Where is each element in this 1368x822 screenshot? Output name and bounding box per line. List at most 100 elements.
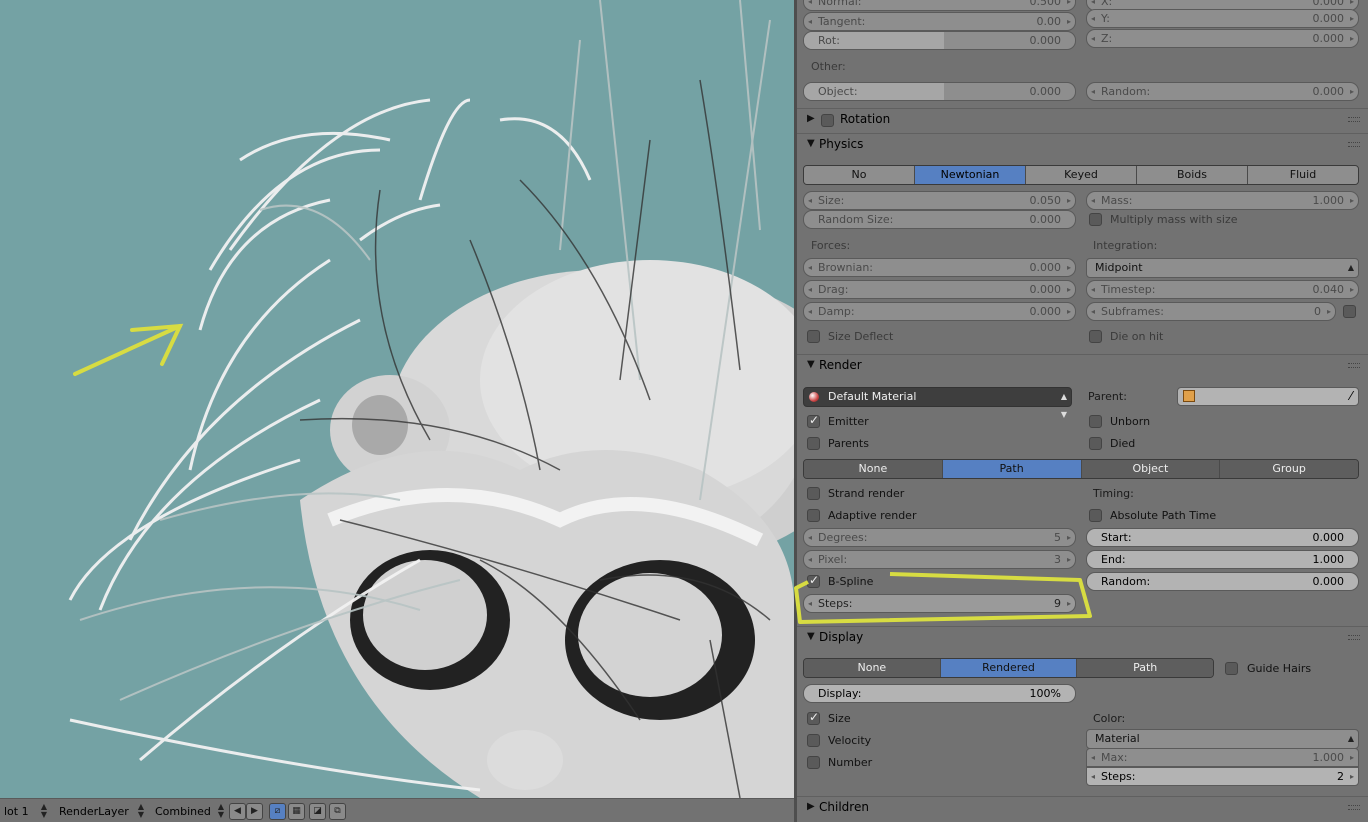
annotation-arrow bbox=[73, 323, 184, 376]
physics-tab-newtonian[interactable]: Newtonian bbox=[915, 166, 1026, 184]
collapse-arrow-icon: ▼ bbox=[807, 359, 815, 370]
integration-label: Integration: bbox=[1093, 239, 1158, 252]
died-checkbox[interactable] bbox=[1089, 437, 1102, 450]
expand-arrow-icon: ▶ bbox=[807, 113, 815, 124]
alpha-checker-button[interactable]: ▦ bbox=[288, 803, 305, 820]
degrees-field[interactable]: ◂ Degrees: 5 ▸ bbox=[803, 528, 1076, 547]
physics-tab-keyed[interactable]: Keyed bbox=[1026, 166, 1137, 184]
emitter-checkbox[interactable] bbox=[807, 413, 820, 428]
children-title: Children bbox=[819, 800, 869, 814]
render-title: Render bbox=[819, 358, 862, 372]
display-number-checkbox[interactable] bbox=[807, 756, 820, 769]
drag-handle-icon[interactable] bbox=[1348, 363, 1360, 368]
render-layer-selector[interactable]: RenderLayer ▲ ▼ bbox=[55, 803, 147, 820]
drag-handle-icon[interactable] bbox=[1348, 142, 1360, 147]
physics-tab-boids[interactable]: Boids bbox=[1137, 166, 1248, 184]
rotation-toggle[interactable] bbox=[821, 114, 834, 127]
velocity-random-field[interactable]: ◂ Random: 0.000 ▸ bbox=[1086, 82, 1359, 101]
render-tab-group[interactable]: Group bbox=[1220, 460, 1358, 478]
display-tab-none[interactable]: None bbox=[804, 659, 941, 677]
display-tab-path[interactable]: Path bbox=[1077, 659, 1213, 677]
normal-field[interactable]: ◂ Normal: 0.500 ▸ bbox=[803, 0, 1076, 11]
display-panel-header[interactable]: ▼ Display bbox=[797, 626, 1368, 648]
children-panel-header[interactable]: ▶ Children bbox=[797, 796, 1368, 818]
parents-checkbox[interactable] bbox=[807, 437, 820, 450]
size-field[interactable]: ◂ Size: 0.050 ▸ bbox=[803, 191, 1076, 210]
expand-arrow-icon: ▶ bbox=[807, 801, 815, 812]
render-tab-object[interactable]: Object bbox=[1081, 460, 1221, 478]
integration-dropdown[interactable]: Midpoint▲▼ bbox=[1086, 258, 1359, 290]
drag-handle-icon[interactable] bbox=[1348, 635, 1360, 640]
y-field[interactable]: ◂ Y: 0.000 ▸ bbox=[1086, 9, 1359, 28]
multiply-mass-checkbox[interactable] bbox=[1089, 213, 1102, 226]
physics-panel-header[interactable]: ▼ Physics bbox=[797, 133, 1368, 155]
object-field[interactable]: Object: 0.000 bbox=[803, 82, 1076, 101]
die-on-hit-label: Die on hit bbox=[1110, 330, 1164, 343]
subframes-field[interactable]: ◂ Subframes: 0 ▸ bbox=[1086, 302, 1336, 321]
absolute-path-time-label: Absolute Path Time bbox=[1110, 509, 1217, 522]
slot-selector[interactable]: lot 1 ▲ ▼ bbox=[0, 803, 50, 820]
render-viewport[interactable] bbox=[0, 0, 794, 798]
render-type-tabs: None Path Object Group bbox=[803, 459, 1359, 479]
display-steps-field[interactable]: ◂ Steps: 2 ▸ bbox=[1086, 767, 1359, 786]
absolute-path-time-checkbox[interactable] bbox=[1089, 509, 1102, 522]
mass-field[interactable]: ◂ Mass: 1.000 ▸ bbox=[1086, 191, 1359, 210]
display-percentage-field[interactable]: Display: 100% bbox=[803, 684, 1076, 703]
unborn-checkbox[interactable] bbox=[1089, 415, 1102, 428]
parent-field[interactable]: ⁄ bbox=[1177, 387, 1359, 406]
slot-label: lot 1 bbox=[4, 805, 29, 818]
render-steps-field[interactable]: ◂ Steps: 9 ▸ bbox=[803, 594, 1076, 613]
random-size-field[interactable]: Random Size: 0.000 bbox=[803, 210, 1076, 229]
render-tab-none[interactable]: None bbox=[804, 460, 943, 478]
pixel-field[interactable]: ◂ Pixel: 3 ▸ bbox=[803, 550, 1076, 569]
display-tab-rendered[interactable]: Rendered bbox=[940, 659, 1078, 677]
render-panel-header[interactable]: ▼ Render bbox=[797, 354, 1368, 376]
copy-image-button[interactable]: ⧉ bbox=[329, 803, 346, 820]
drag-field[interactable]: ◂ Drag: 0.000 ▸ bbox=[803, 280, 1076, 299]
display-size-label: Size bbox=[828, 712, 851, 725]
material-dropdown[interactable]: Default Material ▲ ▼ bbox=[803, 387, 1072, 419]
rotation-panel-header[interactable]: ▶ Rotation bbox=[797, 108, 1368, 130]
z-field[interactable]: ◂ Z: 0.000 ▸ bbox=[1086, 29, 1359, 48]
eyedropper-icon[interactable]: ⁄ bbox=[1350, 388, 1352, 405]
display-number-label: Number bbox=[828, 756, 873, 769]
draw-color-button[interactable]: ⧄ bbox=[269, 803, 286, 820]
physics-tab-fluid[interactable]: Fluid bbox=[1248, 166, 1358, 184]
adaptive-render-label: Adaptive render bbox=[828, 509, 917, 522]
color-label: Color: bbox=[1093, 712, 1126, 725]
size-deflect-checkbox[interactable] bbox=[807, 330, 820, 343]
tangent-field[interactable]: ◂ Tangent: 0.00 ▸ bbox=[803, 12, 1076, 31]
physics-title: Physics bbox=[819, 137, 864, 151]
prev-layer-button[interactable]: ◀ bbox=[229, 803, 246, 820]
rot-field[interactable]: Rot: 0.000 bbox=[803, 31, 1076, 50]
strand-render-checkbox[interactable] bbox=[807, 487, 820, 500]
die-on-hit-checkbox[interactable] bbox=[1089, 330, 1102, 343]
display-size-checkbox[interactable] bbox=[807, 710, 820, 725]
start-field[interactable]: Start: 0.000 bbox=[1086, 528, 1359, 547]
parent-label: Parent: bbox=[1088, 390, 1127, 403]
subframes-adaptive-checkbox[interactable] bbox=[1343, 305, 1356, 318]
z-buffer-button[interactable]: ◪ bbox=[309, 803, 326, 820]
drag-handle-icon[interactable] bbox=[1348, 805, 1360, 810]
damp-field[interactable]: ◂ Damp: 0.000 ▸ bbox=[803, 302, 1076, 321]
bspline-label: B-Spline bbox=[828, 575, 874, 588]
material-sphere-icon bbox=[809, 392, 819, 402]
max-field[interactable]: ◂ Max: 1.000 ▸ bbox=[1086, 748, 1359, 767]
died-label: Died bbox=[1110, 437, 1136, 450]
next-layer-button[interactable]: ▶ bbox=[246, 803, 263, 820]
display-velocity-checkbox[interactable] bbox=[807, 734, 820, 747]
physics-tab-no[interactable]: No bbox=[804, 166, 915, 184]
drag-handle-icon[interactable] bbox=[1348, 117, 1360, 122]
timestep-field[interactable]: ◂ Timestep: 0.040 ▸ bbox=[1086, 280, 1359, 299]
brownian-field[interactable]: ◂ Brownian: 0.000 ▸ bbox=[803, 258, 1076, 277]
render-tab-path[interactable]: Path bbox=[942, 460, 1082, 478]
dropdown-arrow-icon: ▲ ▼ bbox=[137, 802, 144, 819]
render-pass-selector[interactable]: Combined ▲ ▼ bbox=[151, 803, 227, 820]
collapse-arrow-icon: ▼ bbox=[807, 138, 815, 149]
guide-hairs-checkbox[interactable] bbox=[1225, 662, 1238, 675]
adaptive-render-checkbox[interactable] bbox=[807, 509, 820, 522]
bspline-checkbox[interactable] bbox=[807, 573, 820, 588]
end-field[interactable]: End: 1.000 bbox=[1086, 550, 1359, 569]
timing-random-field[interactable]: Random: 0.000 bbox=[1086, 572, 1359, 591]
color-dropdown[interactable]: Material▲▼ bbox=[1086, 729, 1359, 761]
